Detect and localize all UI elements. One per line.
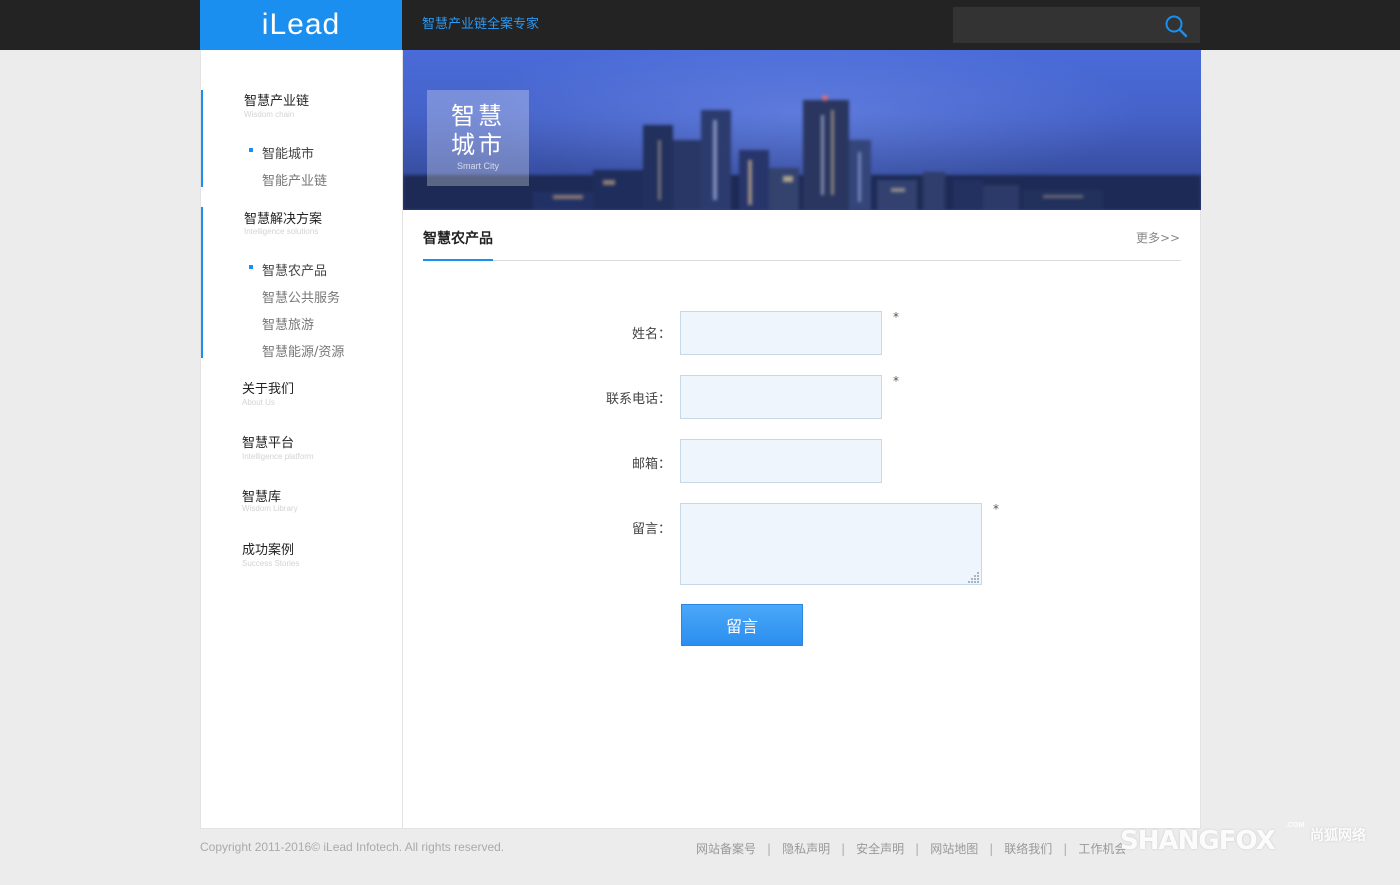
search-button[interactable] [1152,7,1200,43]
submit-message-button[interactable]: 留言 [681,604,803,646]
footer-link-security[interactable]: 安全声明 [856,842,904,856]
message-label: 留言： [631,522,671,537]
more-link[interactable]: 更多>> [1136,229,1180,246]
active-bullet [249,148,253,152]
nav-title[interactable]: 成功案例 [242,539,294,558]
name-required-mark: * [893,310,899,324]
footer-link-privacy[interactable]: 隐私声明 [782,842,830,856]
phone-field[interactable] [680,375,882,419]
sidebar-item-tourism[interactable]: 智慧旅游 [262,314,314,333]
section-title-underline [423,259,493,261]
sidebar-item-smart-city[interactable]: 智能城市 [262,143,314,162]
nav-title[interactable]: 智慧产业链 [244,90,309,109]
nav-group-wisdom-chain: 智慧产业链 Wisdom chain 智能城市 智能产业链 [201,90,403,189]
hero-banner: 智慧 城市 Smart City [403,50,1201,210]
banner-title-line1: 智慧 [451,102,505,130]
nav-group-cases: 成功案例 Success Stories [201,538,403,578]
nav-subtitle: Wisdom chain [244,110,295,119]
sidebar-item-public-service[interactable]: 智慧公共服务 [262,287,340,306]
sidebar-item-smart-agri[interactable]: 智慧农产品 [262,260,327,279]
footer-separator: | [989,842,994,856]
sidebar-item-energy[interactable]: 智慧能源/资源 [262,341,344,360]
nav-subtitle: About Us [242,398,275,407]
nav-subtitle: Intelligence solutions [244,227,319,236]
nav-title[interactable]: 关于我们 [242,378,294,397]
nav-title[interactable]: 智慧平台 [242,432,294,451]
message-required-mark: * [993,502,999,516]
banner-title: 智慧 城市 [427,102,529,160]
nav-title[interactable]: 智慧解决方案 [244,208,322,227]
main-frame: 智慧产业链 Wisdom chain 智能城市 智能产业链 智慧解决方案 Int… [200,50,1201,829]
footer-link-icp[interactable]: 网站备案号 [696,842,756,856]
sidebar: 智慧产业链 Wisdom chain 智能城市 智能产业链 智慧解决方案 Int… [201,50,403,828]
watermark-com: .COM [1286,822,1305,829]
footer-separator: | [1063,842,1068,856]
nav-group-solutions: 智慧解决方案 Intelligence solutions 智慧农产品 智慧公共… [201,207,403,360]
site-logo[interactable]: iLead [200,0,402,50]
name-label: 姓名： [631,327,671,342]
footer-link-sitemap[interactable]: 网站地图 [930,842,978,856]
nav-title[interactable]: 智慧库 [242,486,281,505]
search-box [953,7,1200,43]
search-icon [1165,15,1188,38]
email-field[interactable] [680,439,882,483]
footer-separator: | [767,842,772,856]
sidebar-item-smart-industry-chain[interactable]: 智能产业链 [262,170,327,189]
message-field[interactable] [680,503,982,585]
banner-title-line2: 城市 [451,131,505,159]
nav-subtitle: Success Stories [242,559,300,568]
nav-group-platform: 智慧平台 Intelligence platform [201,431,403,471]
nav-group-library: 智慧库 Wisdom Library [201,485,403,525]
watermark-cn: 尚狐网络 [1310,828,1366,844]
site-slogan: 智慧产业链全案专家 [422,17,540,32]
footer-separator: | [841,842,846,856]
name-field[interactable] [680,311,882,355]
phone-required-mark: * [893,374,899,388]
section-title: 智慧农产品 [423,231,493,247]
footer-links: 网站备案号 | 隐私声明 | 安全声明 | 网站地图 | 联络我们 | 工作机会 [696,840,1126,857]
email-label: 邮箱： [631,457,671,472]
watermark-text: SHANGFOX [1120,826,1276,856]
banner-title-card: 智慧 城市 Smart City [427,90,529,186]
nav-group-about: 关于我们 About Us [201,377,403,417]
phone-label: 联系电话： [605,392,671,407]
resize-grip-icon[interactable] [968,571,980,583]
search-input[interactable] [953,7,1153,43]
active-bullet [249,265,253,269]
footer-link-contact[interactable]: 联络我们 [1004,842,1052,856]
section-divider [423,260,1181,261]
nav-subtitle: Wisdom Library [242,504,298,513]
footer-separator: | [915,842,920,856]
banner-subtitle: Smart City [456,161,499,171]
copyright-text: Copyright 2011-2016© iLead Infotech. All… [200,840,505,854]
nav-subtitle: Intelligence platform [242,452,314,461]
